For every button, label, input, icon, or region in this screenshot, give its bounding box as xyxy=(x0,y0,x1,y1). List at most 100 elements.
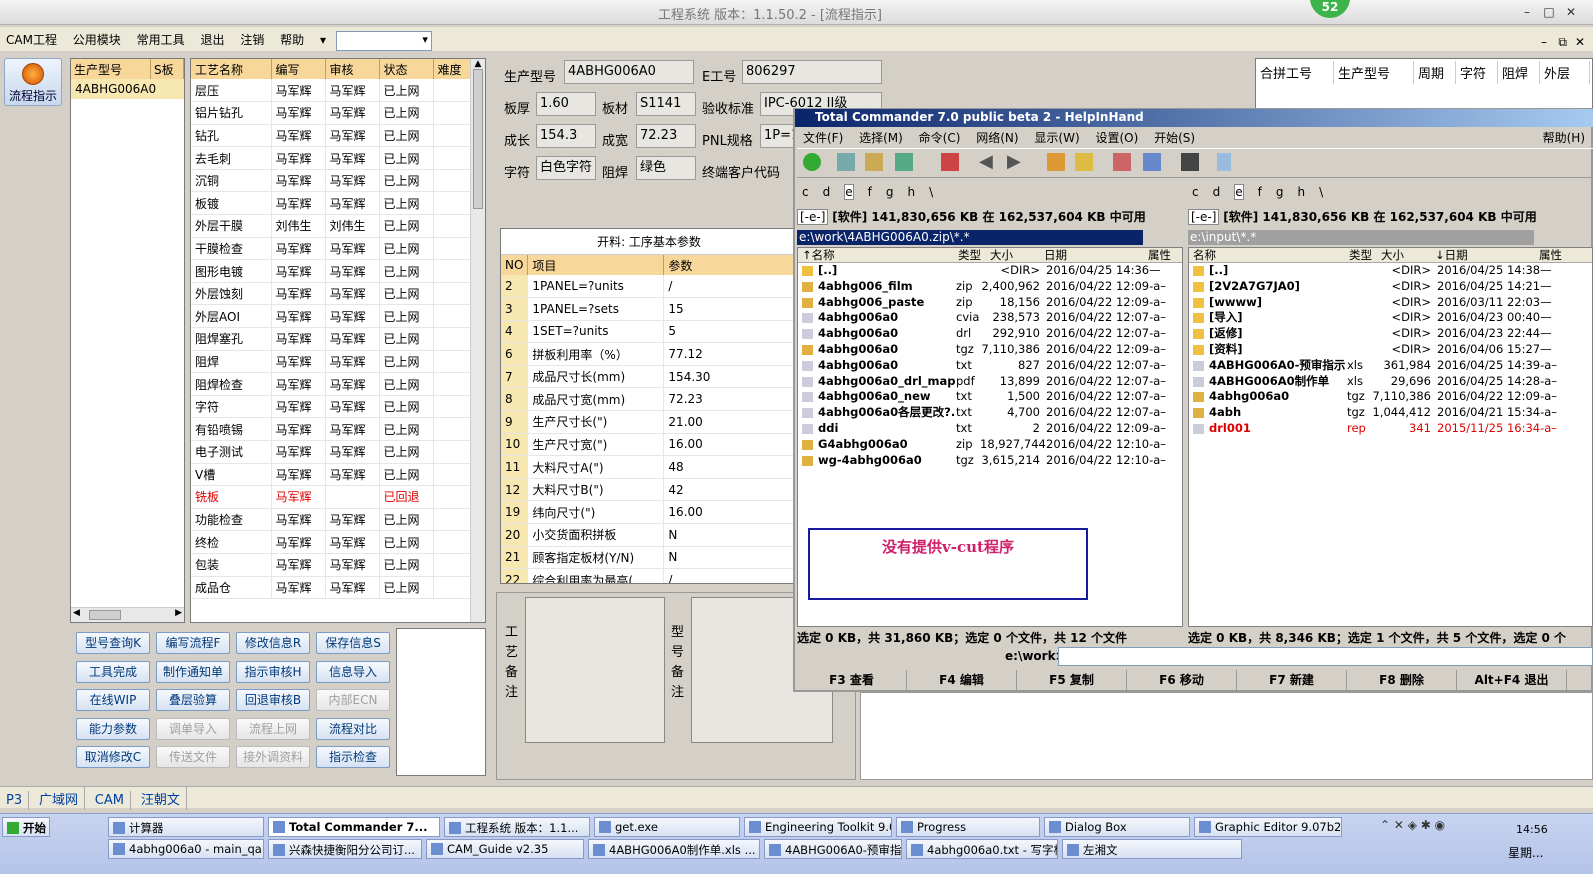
merge-col-header[interactable]: 阻焊 xyxy=(1498,61,1540,84)
function-key[interactable]: F8 删除 xyxy=(1347,670,1457,690)
process-row[interactable]: 钻孔 马军辉 马军辉 已上网 xyxy=(191,124,472,148)
tc-menu-file[interactable]: 文件(F) xyxy=(797,128,849,147)
start-button[interactable]: 开始 xyxy=(2,817,50,837)
right-drive-3[interactable]: f xyxy=(1258,185,1262,199)
param-row[interactable]: 12 大料尺寸B(") 42 xyxy=(501,478,797,502)
left-file-row[interactable]: 4abhg006_paste zip 18,156 2016/04/22 12:09-… xyxy=(798,295,1182,311)
length-field[interactable]: 154.3 xyxy=(536,124,596,148)
process-row[interactable]: 功能检查 马军辉 马军辉 已上网 xyxy=(191,508,472,532)
process-row[interactable]: V槽 马军辉 马军辉 已上网 xyxy=(191,463,472,487)
action-button[interactable]: 制作通知单 xyxy=(156,660,230,683)
taskbar-item[interactable]: 计算器 xyxy=(108,817,264,837)
product-row[interactable]: 4ABHG006A0 xyxy=(71,79,184,99)
param-row[interactable]: 3 1PANEL=?sets 15 xyxy=(501,297,797,321)
menu-dropdown-arrow[interactable]: ▾ xyxy=(314,29,332,51)
action-button[interactable]: 信息导入 xyxy=(316,660,390,683)
left-drive-3[interactable]: f xyxy=(868,185,872,199)
left-file-row[interactable]: 4abhg006a0各层更改?. txt 4,700 2016/04/22 12:07… xyxy=(798,405,1182,421)
process-row[interactable]: 包装 马军辉 马军辉 已上网 xyxy=(191,553,472,577)
left-col-header[interactable]: 类型 xyxy=(958,248,981,263)
right-file-row[interactable]: [资料] <DIR> 2016/04/06 15:27— xyxy=(1189,342,1592,358)
taskbar-item[interactable]: Engineering Toolkit 9.0... xyxy=(744,817,892,837)
thumbnail-icon[interactable] xyxy=(895,153,913,171)
left-drive-5[interactable]: h xyxy=(907,185,915,199)
taskbar-item[interactable]: 4ABHG006A0-预审指示... xyxy=(764,839,902,859)
taskbar-item[interactable]: Dialog Box xyxy=(1044,817,1190,837)
taskbar-item[interactable]: Total Commander 7... xyxy=(268,817,440,837)
model-field[interactable]: 4ABHG006A0 xyxy=(564,60,694,84)
maximize-icon[interactable]: □ xyxy=(1540,3,1558,21)
mask-field[interactable]: 绿色 xyxy=(636,156,696,180)
right-file-row[interactable]: [返修] <DIR> 2016/04/23 22:44— xyxy=(1189,326,1592,342)
taskbar-item[interactable]: 工程系统 版本：1.1... xyxy=(444,817,590,837)
action-button[interactable]: 能力参数 xyxy=(76,717,150,740)
left-file-row[interactable]: 4abhg006a0_drl_map pdf 13,899 2016/04/22 12… xyxy=(798,374,1182,390)
process-row[interactable]: 铝片钻孔 马军辉 马军辉 已上网 xyxy=(191,101,472,125)
left-drive-4[interactable]: g xyxy=(886,185,894,199)
left-file-row[interactable]: 4abhg006a0 drl 292,910 2016/04/22 12:07-a– xyxy=(798,326,1182,342)
action-button[interactable]: 保存信息S xyxy=(316,632,390,654)
left-file-row[interactable]: wg-4abhg006a0 tgz 3,615,214 2016/04/22 12:1… xyxy=(798,453,1182,469)
search-icon[interactable] xyxy=(1181,153,1199,171)
action-button[interactable]: 指示审核H xyxy=(236,660,310,683)
tc-menu-network[interactable]: 网络(N) xyxy=(970,128,1024,147)
taskbar-item[interactable]: 4abhg006a0 - main_qa xyxy=(108,839,264,859)
right-drive-4[interactable]: g xyxy=(1276,185,1284,199)
function-key[interactable]: F4 编辑 xyxy=(907,670,1017,690)
thickness-field[interactable]: 1.60 xyxy=(536,92,596,116)
width-field[interactable]: 72.23 xyxy=(636,124,696,148)
left-file-row[interactable]: 4abhg006a0_new txt 1,500 2016/04/22 12:07-a… xyxy=(798,389,1182,405)
process-row[interactable]: 层压 马军辉 马军辉 已上网 xyxy=(191,79,472,103)
process-row[interactable]: 阻焊 马军辉 马军辉 已上网 xyxy=(191,350,472,374)
merge-col-header[interactable]: 周期 xyxy=(1414,61,1456,84)
tc-menu-select[interactable]: 选择(M) xyxy=(853,128,909,147)
detail-view-icon[interactable] xyxy=(865,153,883,171)
left-file-row[interactable]: ddi txt 2 2016/04/22 12:09-a– xyxy=(798,421,1182,437)
param-row[interactable]: 10 生产尺寸宽(") 16.00 xyxy=(501,433,797,457)
ftp-icon[interactable] xyxy=(1113,153,1131,171)
right-file-row[interactable]: [..] <DIR> 2016/04/25 14:38— xyxy=(1189,263,1592,279)
taskbar-item[interactable]: Progress xyxy=(896,817,1040,837)
status-page[interactable]: P3 xyxy=(0,791,30,810)
process-row[interactable]: 外层干膜 刘伟生 刘伟生 已上网 xyxy=(191,214,472,238)
left-drive-select[interactable]: [-e-] xyxy=(797,209,829,225)
merge-col-header[interactable]: 外层 xyxy=(1540,61,1590,84)
process-row[interactable]: 外层AOI 马军辉 马军辉 已上网 xyxy=(191,304,472,329)
param-row[interactable]: 7 成品尺寸长(mm) 154.30 xyxy=(501,365,797,389)
col-difficulty[interactable]: 难度 xyxy=(433,59,472,79)
menu-tools[interactable]: 常用工具 xyxy=(131,27,191,52)
invert-select-icon[interactable] xyxy=(941,153,959,171)
process-row[interactable]: 电子测试 马军辉 马军辉 已上网 xyxy=(191,440,472,464)
process-row[interactable]: 成品仓 马军辉 马军辉 已上网 xyxy=(191,576,472,600)
merge-col-header[interactable]: 字符 xyxy=(1456,61,1498,84)
left-drive-1[interactable]: d xyxy=(823,185,831,199)
param-row[interactable]: 6 拼板利用率（%） 77.12 xyxy=(501,342,797,366)
char-field[interactable]: 白色字符 xyxy=(536,156,596,180)
taskbar-item[interactable]: 4ABHG006A0制作单.xls ... xyxy=(588,839,760,859)
left-drive-2[interactable]: e xyxy=(844,184,854,200)
pack-icon[interactable] xyxy=(1047,153,1065,171)
tc-menu-show[interactable]: 显示(W) xyxy=(1028,128,1085,147)
left-col-header[interactable]: ↑名称 xyxy=(802,248,835,263)
tc-menu-command[interactable]: 命令(C) xyxy=(913,128,967,147)
action-button[interactable]: 指示检查 xyxy=(316,746,390,768)
right-drive-6[interactable]: \ xyxy=(1319,185,1323,199)
function-key[interactable]: F3 查看 xyxy=(797,670,907,690)
action-button[interactable]: 修改信息R xyxy=(236,632,310,654)
left-path[interactable]: e:\work\4ABHG006A0.zip\*.* xyxy=(797,230,1143,245)
left-file-row[interactable]: 4abhg006_film zip 2,400,962 2016/04/22 12:0… xyxy=(798,279,1182,295)
param-row[interactable]: 4 1SET=?units 5 xyxy=(501,320,797,344)
right-file-row[interactable]: 4abh tgz 1,044,412 2016/04/21 15:34-a– xyxy=(1189,405,1592,421)
right-file-row[interactable]: 4abhg006a0 tgz 7,110,386 2016/04/22 12:09-a… xyxy=(1189,389,1592,405)
tc-menu-start[interactable]: 开始(S) xyxy=(1148,128,1201,147)
taskbar-item[interactable]: 兴森快捷衡阳分公司订... xyxy=(268,839,422,859)
right-col-header[interactable]: 大小 xyxy=(1381,248,1404,263)
col-reviewer[interactable]: 审核 xyxy=(325,59,380,79)
menu-common[interactable]: 公用模块 xyxy=(67,27,127,52)
tc-menu-help[interactable]: 帮助(H) xyxy=(1537,128,1591,147)
command-line-input[interactable] xyxy=(1058,647,1593,666)
taskbar-item[interactable]: 4abhg006a0.txt - 写字板 xyxy=(906,839,1058,859)
taskbar-item[interactable]: 左湘文 xyxy=(1062,839,1242,859)
process-row[interactable]: 终检 马军辉 马军辉 已上网 xyxy=(191,530,472,554)
function-key[interactable]: F7 新建 xyxy=(1237,670,1347,690)
